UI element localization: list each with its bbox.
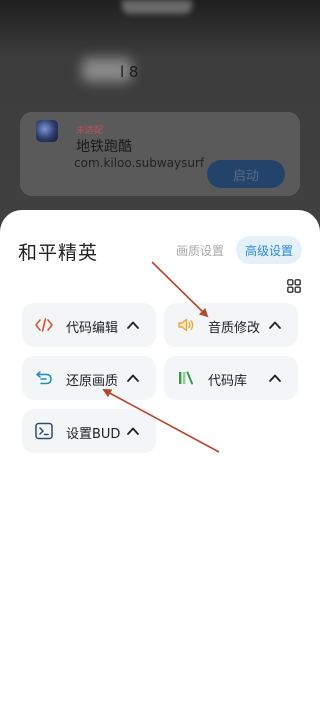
terminal-icon [35,422,53,440]
tab-quality-settings[interactable]: 画质设置 [176,242,224,259]
app-card: 未适配 地铁跑酷 com.kiloo.subwaysurf 启动 [20,112,300,196]
chevron-up-icon[interactable] [268,372,282,384]
tab-advanced-settings[interactable]: 高级设置 [236,236,302,264]
app-package-name: com.kiloo.subwaysurf [74,156,205,170]
chevron-up-icon[interactable] [126,319,140,331]
chevron-up-icon[interactable] [268,319,282,331]
sheet-title: 和平精英 [18,242,99,264]
tool-code-editor[interactable]: 代码编辑 [22,303,156,347]
app-name: 地铁跑酷 [76,139,132,155]
restore-icon [36,371,52,385]
background-title-suffix: l 8 [120,63,139,81]
launch-button[interactable]: 启动 [207,160,285,188]
tool-label: 设置BUD [66,427,121,442]
tool-label: 代码库 [208,374,248,389]
tool-restore-quality[interactable]: 还原画质 [22,356,156,400]
chevron-up-icon[interactable] [126,372,140,384]
tool-label: 音质修改 [208,321,261,336]
library-icon [179,371,193,385]
grid-view-icon[interactable] [287,279,301,293]
tool-label: 代码编辑 [66,321,119,336]
tool-label: 还原画质 [66,374,119,389]
code-icon [35,318,53,332]
chevron-up-icon[interactable] [126,425,140,437]
speaker-icon [178,318,194,332]
unsupported-tag: 未适配 [76,126,104,136]
tool-set-bud[interactable]: 设置BUD [22,409,156,453]
tool-sound-quality[interactable]: 音质修改 [164,303,298,347]
tool-code-library[interactable]: 代码库 [164,356,298,400]
bottom-sheet: 和平精英 画质设置 高级设置 代码编辑 音质修改 还原画质 代码库 设置BUD [0,210,320,704]
status-bar-blur [122,0,192,14]
subway-surfers-app-icon [36,120,58,142]
